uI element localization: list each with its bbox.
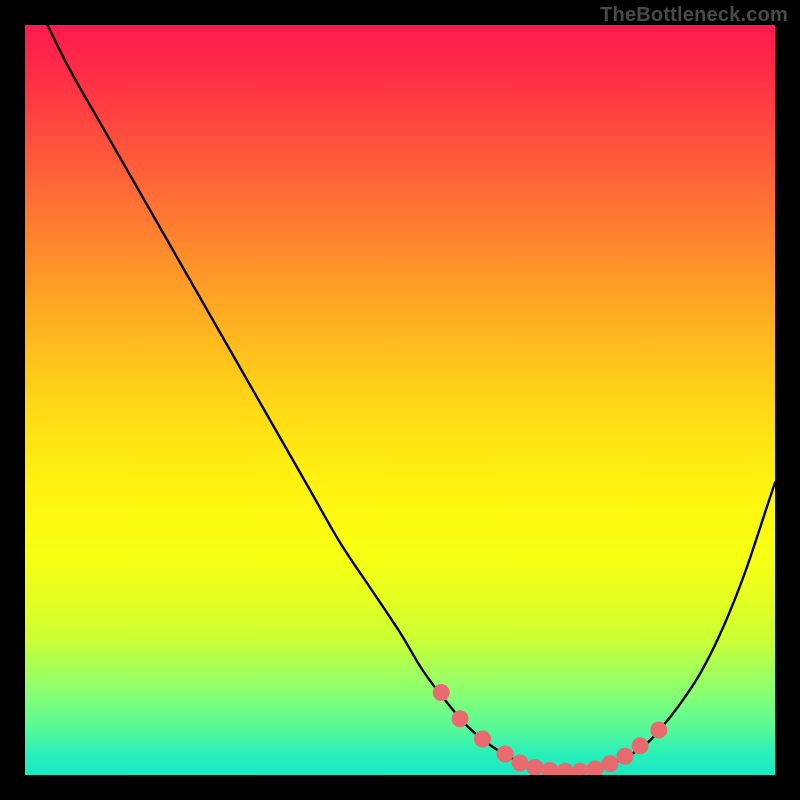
curve-layer	[25, 25, 775, 775]
marker-dot	[557, 763, 574, 775]
marker-dot	[650, 722, 667, 739]
marker-dot	[474, 731, 491, 748]
marker-dot	[587, 761, 604, 776]
plot-area	[25, 25, 775, 775]
marker-dot	[632, 737, 649, 754]
attribution-text: TheBottleneck.com	[600, 4, 788, 27]
marker-dot	[542, 762, 559, 775]
marker-dot	[617, 748, 634, 765]
marker-dot	[452, 710, 469, 727]
marker-dot	[572, 763, 589, 775]
marker-dot	[512, 755, 529, 772]
marker-dot	[433, 684, 450, 701]
marker-dots	[433, 684, 668, 775]
marker-dot	[497, 746, 514, 763]
chart-frame: TheBottleneck.com	[0, 0, 800, 800]
marker-dot	[602, 755, 619, 772]
bottleneck-curve	[48, 25, 776, 772]
marker-dot	[527, 759, 544, 775]
